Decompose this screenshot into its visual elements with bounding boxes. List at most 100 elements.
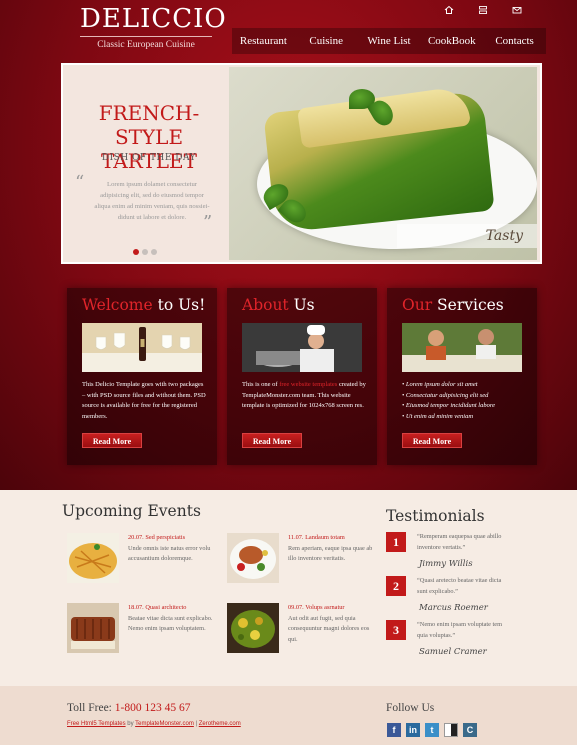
- services-title: Our Services: [402, 296, 504, 314]
- services-title-highlight: Our: [402, 296, 433, 314]
- toll-label: Toll Free:: [67, 702, 115, 714]
- meat-dish-photo[interactable]: [227, 533, 279, 583]
- nav-cookbook[interactable]: CookBook: [420, 28, 483, 54]
- slider-dots: [133, 249, 157, 255]
- credit-link-templatemonster[interactable]: TemplateMonster.com: [135, 721, 194, 727]
- header-area: DELICCIO Classic European Cuisine Restau…: [0, 0, 577, 490]
- testimonial-text: “Remperam eaquepsa quae abillo inventore…: [417, 533, 502, 551]
- logo-rule: [80, 36, 212, 37]
- logo-subtitle: Classic European Cuisine: [97, 40, 195, 50]
- follow-us-title: Follow Us: [386, 702, 435, 714]
- chef-photo: [242, 323, 362, 372]
- list-item: • Consectatur adipisicing elit sed: [402, 391, 489, 399]
- welcome-title: Welcome to Us!: [82, 296, 205, 314]
- about-title: About Us: [242, 296, 315, 314]
- event-desc: Aut odit aut fugit, sed quia consequuntu…: [288, 614, 370, 643]
- about-read-more-button[interactable]: Read More: [242, 433, 302, 448]
- testimonial-number: 2: [386, 576, 406, 596]
- social-icons: f in t C: [387, 723, 477, 737]
- logo-title: DELICCIO: [80, 4, 227, 34]
- testimonial-signature: Marcus Roemer: [419, 603, 488, 613]
- event-heading[interactable]: 18.07. Quasi architecto: [128, 603, 220, 614]
- list-item: • Ut enim ad minim veniam: [402, 412, 474, 420]
- quote-close-icon: ”: [203, 212, 213, 233]
- event-text: 09.07. Volups asrnatur Aut odit aut fugi…: [288, 603, 380, 645]
- event-item: 11.07. Landaum totam Rem aperiam, eaque …: [227, 533, 377, 593]
- welcome-title-highlight: Welcome: [82, 296, 153, 314]
- hero-title-line1: FRENCH-STYLE: [98, 101, 200, 149]
- mail-icon[interactable]: [510, 3, 524, 17]
- hero-slider: FRENCH-STYLE TARTLET DISH OF THE DAY “ L…: [61, 63, 542, 264]
- logo[interactable]: DELICCIO Classic European Cuisine: [80, 4, 227, 50]
- linkedin-icon[interactable]: in: [406, 723, 420, 737]
- technorati-icon[interactable]: C: [463, 723, 477, 737]
- salad-photo[interactable]: [227, 603, 279, 653]
- quote-open-icon: “: [75, 172, 85, 193]
- event-item: 09.07. Volups asrnatur Aut odit aut fugi…: [227, 603, 377, 663]
- nav-cuisine[interactable]: Cuisine: [295, 28, 358, 54]
- slider-dot-1[interactable]: [133, 249, 139, 255]
- services-title-rest: Services: [432, 296, 504, 314]
- toll-number: 1-800 123 45 67: [114, 702, 191, 714]
- list-item: • Lorem ipsum dolor sit amet: [402, 381, 478, 388]
- event-text: 20.07. Sed perspiciatis Unde omnis iste …: [128, 533, 220, 565]
- event-text: 11.07. Landaum totam Rem aperiam, eaque …: [288, 533, 380, 565]
- welcome-read-more-button[interactable]: Read More: [82, 433, 142, 448]
- services-read-more-button[interactable]: Read More: [402, 433, 462, 448]
- event-heading[interactable]: 11.07. Landaum totam: [288, 533, 380, 544]
- testimonial-item: 1 “Remperam eaquepsa quae abillo invento…: [386, 532, 506, 572]
- testimonial-item: 3 “Nemo enim ipsam voluptate tem quia vo…: [386, 620, 506, 660]
- testimonial-text: “Quasi aretecto beatae vitae dicta sunt …: [417, 577, 502, 595]
- welcome-text: This Delicio Template goes with two pack…: [82, 381, 206, 420]
- slider-dot-3[interactable]: [151, 249, 157, 255]
- testimonial-signature: Jimmy Willis: [419, 559, 473, 569]
- events-title: Upcoming Events: [62, 502, 201, 520]
- top-icons: [438, 3, 528, 17]
- hero-subtitle: DISH OF THE DAY: [101, 153, 197, 163]
- services-list: • Lorem ipsum dolor sit amet • Consectat…: [402, 380, 528, 422]
- testimonials-title: Testimonials: [386, 507, 485, 525]
- testimonial-number: 1: [386, 532, 406, 552]
- facebook-icon[interactable]: f: [387, 723, 401, 737]
- delicious-icon[interactable]: [444, 723, 458, 737]
- nav-contacts[interactable]: Contacts: [483, 28, 546, 54]
- event-text: 18.07. Quasi architecto Beatae vitae dic…: [128, 603, 220, 635]
- about-text-part1: This is one of: [242, 381, 280, 388]
- event-heading[interactable]: 20.07. Sed perspiciatis: [128, 533, 220, 544]
- slider-dot-2[interactable]: [142, 249, 148, 255]
- sitemap-icon[interactable]: [476, 3, 490, 17]
- event-desc: Unde omnis iste natus error volu accusan…: [128, 544, 211, 563]
- ribs-photo[interactable]: [67, 603, 119, 653]
- main-nav: Restaurant Cuisine Wine List CookBook Co…: [232, 28, 546, 54]
- testimonial-item: 2 “Quasi aretecto beatae vitae dicta sun…: [386, 576, 506, 616]
- pasta-photo[interactable]: [67, 533, 119, 583]
- event-desc: Rem aperiam, eaque ipsa quae ab illo inv…: [288, 544, 373, 563]
- event-heading[interactable]: 09.07. Volups asrnatur: [288, 603, 380, 614]
- toll-free: Toll Free: 1-800 123 45 67: [67, 702, 190, 714]
- credit-link-zerotheme[interactable]: Zerotheme.com: [199, 721, 241, 727]
- credit-link-templates[interactable]: Free Html5 Templates: [67, 721, 126, 727]
- about-text: This is one of free website templates cr…: [242, 380, 368, 412]
- list-item: • Eiusmod tempor incididunt labore: [402, 402, 496, 409]
- nav-wine-list[interactable]: Wine List: [358, 28, 421, 54]
- home-icon[interactable]: [442, 3, 456, 17]
- about-box: About Us This is one of free website tem…: [227, 288, 377, 465]
- twitter-icon[interactable]: t: [425, 723, 439, 737]
- nav-restaurant[interactable]: Restaurant: [232, 28, 295, 54]
- hero-quote: Lorem ipsum dolamet consectetur adipisic…: [94, 181, 210, 221]
- free-templates-link[interactable]: free website templates: [279, 381, 337, 388]
- about-title-rest: Us: [288, 296, 315, 314]
- services-box: Our Services • Lorem ipsum dolor sit ame…: [387, 288, 537, 465]
- about-title-highlight: About: [242, 296, 289, 314]
- tasty-badge: Tasty: [397, 224, 537, 248]
- credits: Free Html5 Templates by TemplateMonster.…: [67, 721, 241, 727]
- wine-table-photo: [82, 323, 202, 372]
- testimonial-number: 3: [386, 620, 406, 640]
- testimonial-text: “Nemo enim ipsam voluptate tem quia volu…: [417, 621, 502, 639]
- event-item: 18.07. Quasi architecto Beatae vitae dic…: [67, 603, 217, 663]
- event-desc: Beatae vitae dicta sunt explicabo. Nemo …: [128, 614, 213, 633]
- welcome-title-rest: to Us!: [152, 296, 206, 314]
- couple-dining-photo: [402, 323, 522, 372]
- hero-photo: Tasty: [229, 67, 537, 260]
- footer: Toll Free: 1-800 123 45 67 Free Html5 Te…: [0, 686, 577, 745]
